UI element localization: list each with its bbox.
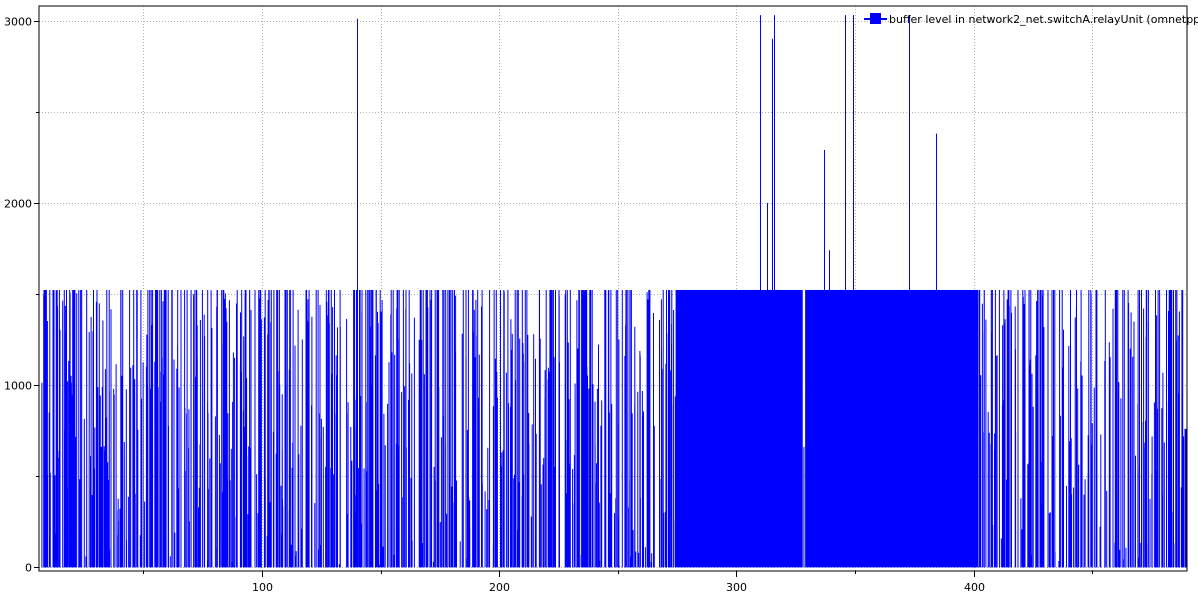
- y-tick-label: 0: [25, 562, 32, 575]
- legend: buffer level in network2_net.switchA.rel…: [864, 13, 1198, 26]
- x-tick-label: 400: [964, 581, 985, 594]
- series-dense-block: [805, 289, 979, 568]
- y-tick-label: 1000: [4, 380, 32, 393]
- x-tick-label: 100: [252, 581, 273, 594]
- series-impulses: [41, 290, 680, 568]
- legend-marker: [870, 13, 881, 24]
- x-tick-label: 200: [489, 581, 510, 594]
- y-tick-label: 3000: [4, 16, 32, 29]
- legend-label: buffer level in network2_net.switchA.rel…: [889, 13, 1198, 26]
- x-tick-label: 300: [726, 581, 747, 594]
- series-dense-block: [679, 289, 803, 568]
- series-dip-gap: [802, 289, 805, 448]
- buffer-level-chart: 100 200 300 400 0 1000 2000 3000 buffer level i…: [0, 0, 1198, 604]
- y-tick-label: 2000: [4, 198, 32, 211]
